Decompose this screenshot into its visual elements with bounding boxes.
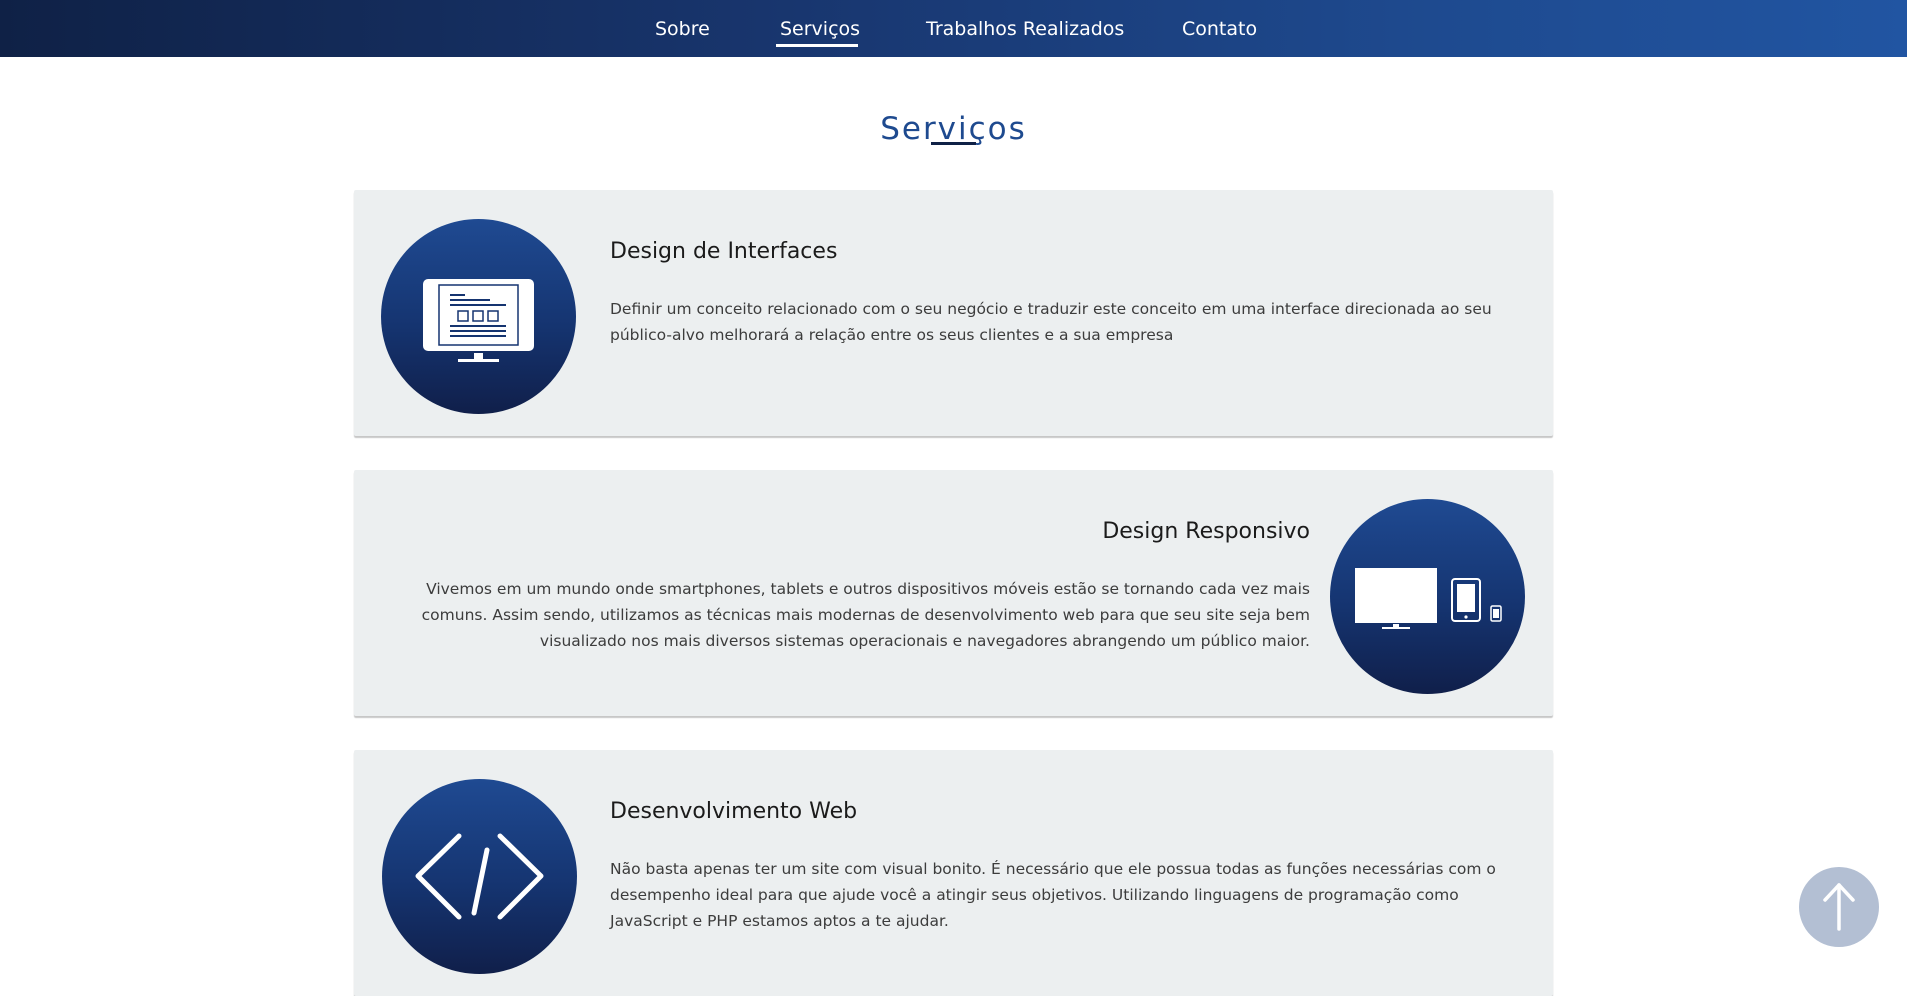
top-navbar: Sobre Serviços Trabalhos Realizados Cont… — [0, 0, 1907, 57]
service-title: Design Responsivo — [1102, 519, 1310, 544]
code-brackets-icon — [382, 779, 577, 974]
arrow-up-icon — [1823, 883, 1855, 931]
scroll-to-top-button[interactable] — [1799, 867, 1879, 947]
service-title: Design de Interfaces — [610, 239, 838, 264]
service-description: Vivemos em um mundo onde smartphones, ta… — [421, 580, 1310, 650]
service-description: Definir um conceito relacionado com o se… — [610, 300, 1492, 344]
service-card-desenvolvimento-web: Desenvolvimento Web Não basta apenas ter… — [354, 750, 1553, 996]
nav-link-servicos[interactable]: Serviços — [780, 16, 860, 42]
responsive-devices-icon — [1330, 499, 1525, 694]
service-description: Não basta apenas ter um site com visual … — [610, 860, 1496, 930]
service-title: Desenvolvimento Web — [610, 799, 858, 824]
section-title-divider — [931, 142, 976, 145]
service-card-design-responsivo: Design Responsivo Vivemos em um mundo on… — [354, 470, 1553, 716]
nav-link-contato[interactable]: Contato — [1182, 16, 1257, 42]
nav-link-sobre[interactable]: Sobre — [655, 16, 710, 42]
nav-active-indicator — [776, 44, 858, 47]
nav-link-trabalhos-realizados[interactable]: Trabalhos Realizados — [926, 16, 1124, 42]
service-card-design-interfaces: Design de Interfaces Definir um conceito… — [354, 190, 1553, 436]
monitor-interface-icon — [381, 219, 576, 414]
